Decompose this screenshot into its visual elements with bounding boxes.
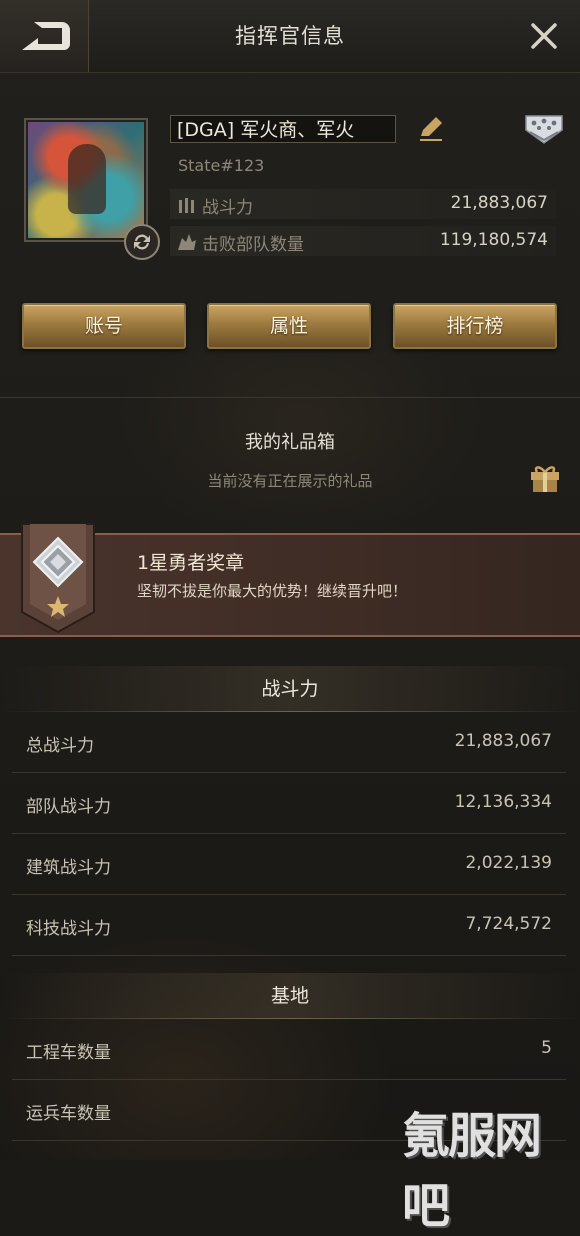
- row-label: 运兵车数量: [26, 1104, 111, 1124]
- account-button[interactable]: 账号: [22, 303, 186, 349]
- rank-insignia-icon[interactable]: [522, 110, 566, 146]
- stat-power: 战斗力 21,883,067: [170, 189, 556, 219]
- medal-badge-icon: [21, 523, 95, 634]
- table-row: 部队战斗力 12,136,334: [12, 773, 566, 834]
- gift-icon[interactable]: [528, 462, 562, 494]
- row-label: 科技战斗力: [26, 919, 111, 939]
- avatar-image: [28, 122, 144, 238]
- gift-box-title: 我的礼品箱: [245, 432, 335, 453]
- state-label: State#123: [178, 156, 265, 175]
- row-label: 部队战斗力: [26, 797, 111, 817]
- skull-icon: [178, 234, 196, 250]
- pencil-icon[interactable]: [417, 114, 445, 142]
- avatar-figure: [68, 144, 106, 214]
- row-value: 12,136,334: [454, 792, 552, 812]
- stat-value: 119,180,574: [439, 230, 548, 250]
- attributes-button[interactable]: 属性: [207, 303, 371, 349]
- row-value: 5: [541, 1038, 552, 1058]
- stat-kills: 击败部队数量 119,180,574: [170, 226, 556, 256]
- table-row: 科技战斗力 7,724,572: [12, 895, 566, 956]
- row-value: 21,883,067: [454, 731, 552, 751]
- stat-label: 击败部队数量: [202, 235, 304, 255]
- table-row: 工程车数量 5: [12, 1019, 566, 1080]
- section-header-power: 战斗力: [0, 666, 580, 712]
- avatar[interactable]: [24, 118, 148, 242]
- change-avatar-button[interactable]: [124, 224, 160, 260]
- watermark: 氪服网吧: [402, 1108, 542, 1234]
- commander-name: [DGA] 军火商、军火: [170, 115, 396, 143]
- close-icon[interactable]: [530, 22, 558, 50]
- medal-description: 坚韧不拔是你最大的优势！继续晋升吧！: [137, 582, 408, 600]
- refresh-icon: [134, 234, 150, 250]
- row-value: 2,022,139: [465, 853, 552, 873]
- stat-label: 战斗力: [202, 198, 253, 218]
- header-bar: 指挥官信息: [0, 0, 580, 73]
- page-title: 指挥官信息: [235, 24, 345, 48]
- row-value: 7,724,572: [465, 914, 552, 934]
- row-label: 工程车数量: [26, 1043, 111, 1063]
- row-label: 总战斗力: [26, 736, 94, 756]
- table-row: 建筑战斗力 2,022,139: [12, 834, 566, 895]
- medal-title: 1星勇者奖章: [137, 552, 245, 574]
- stat-value: 21,883,067: [450, 193, 548, 213]
- bullets-icon: [179, 198, 194, 213]
- divider: [0, 397, 580, 398]
- row-label: 建筑战斗力: [26, 858, 111, 878]
- section-header-base: 基地: [0, 973, 580, 1019]
- leaderboard-button[interactable]: 排行榜: [393, 303, 557, 349]
- table-row: 总战斗力 21,883,067: [12, 712, 566, 773]
- gift-box-subtitle: 当前没有正在展示的礼品: [207, 472, 373, 490]
